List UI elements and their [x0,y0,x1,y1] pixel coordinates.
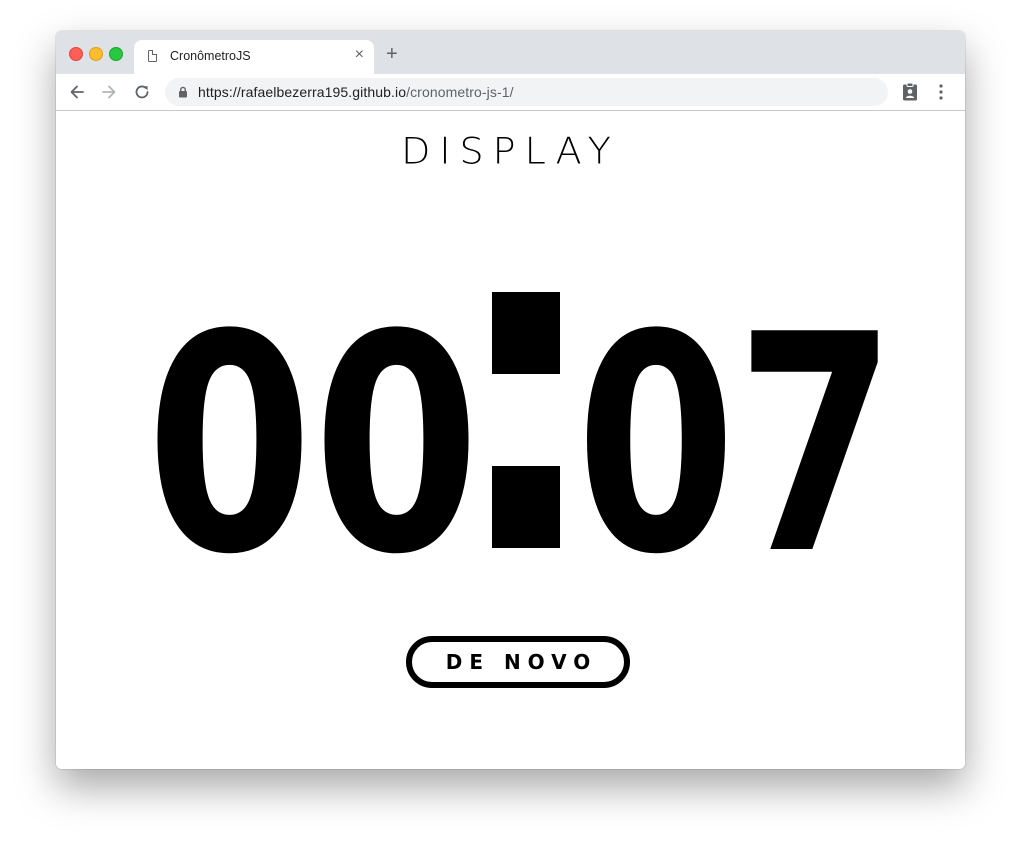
tab-close-icon[interactable]: × [355,47,364,63]
browser-window: CronômetroJS × + https://rafaelbezerra19… [56,31,965,769]
tab-cronometro[interactable]: CronômetroJS × [134,40,374,74]
tab-strip: CronômetroJS × + [56,31,965,74]
page-content: DISPLAY 00 07 DE NOVO [56,111,965,769]
window-close-button[interactable] [69,47,83,61]
arrow-right-icon[interactable] [99,82,119,102]
page-title: DISPLAY [401,130,620,172]
clipboard-badge-icon[interactable] [902,82,918,102]
url-host: https://rafaelbezerra195.github.io [198,84,407,100]
address-bar[interactable]: https://rafaelbezerra195.github.io/crono… [165,78,888,106]
window-maximize-button[interactable] [109,47,123,61]
lock-icon [179,86,187,98]
window-minimize-button[interactable] [89,47,103,61]
again-button[interactable]: DE NOVO [406,636,630,688]
document-icon [148,49,158,62]
kebab-menu-icon[interactable] [938,83,944,101]
timer-colon-top [492,292,560,374]
timer-seconds: 07 [576,271,896,554]
url-path: /cronometro-js-1/ [406,84,514,100]
tab-title: CronômetroJS [170,49,251,63]
timer-colon-bottom [492,466,560,548]
browser-toolbar: https://rafaelbezerra195.github.io/crono… [56,74,965,111]
url-text: https://rafaelbezerra195.github.io/crono… [198,84,514,100]
new-tab-button[interactable]: + [386,44,398,64]
timer-minutes: 00 [146,271,480,554]
timer-display: 00 07 [146,271,896,554]
arrow-left-icon[interactable] [67,82,87,102]
reload-icon[interactable] [132,82,152,102]
